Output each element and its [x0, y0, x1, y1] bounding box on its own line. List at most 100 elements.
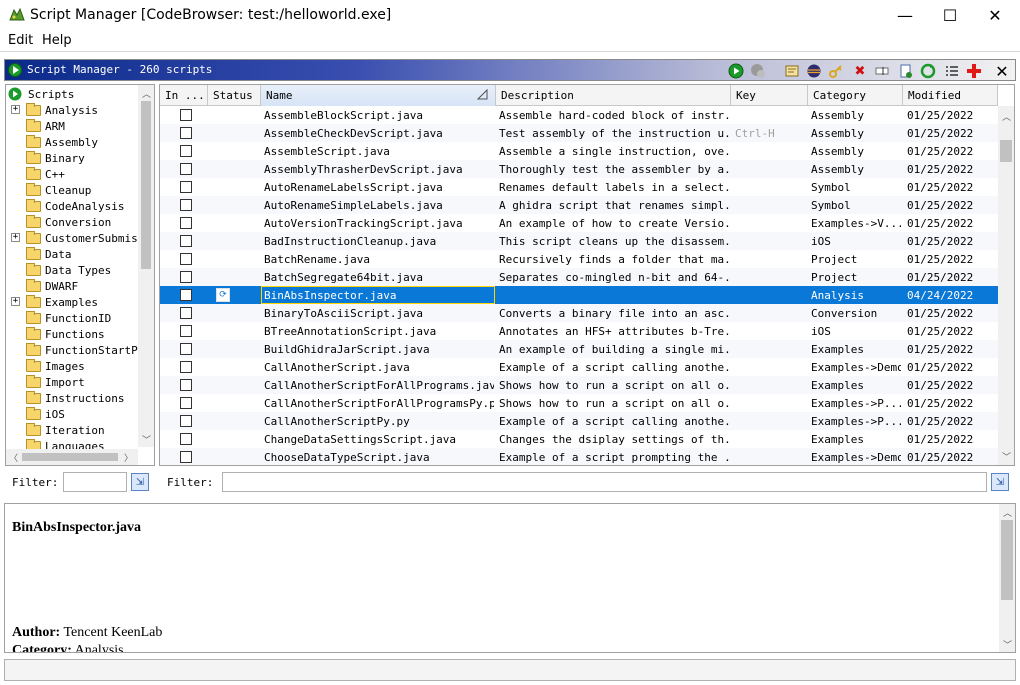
- table-row[interactable]: AutoVersionTrackingScript.java An example…: [160, 214, 998, 232]
- tree-item[interactable]: Cleanup: [26, 182, 91, 198]
- column-in-tool[interactable]: In ...: [160, 85, 208, 106]
- tree-item[interactable]: + CustomerSubmiss: [11, 230, 144, 246]
- column-category[interactable]: Category: [808, 85, 903, 106]
- tree-filter-input[interactable]: [63, 472, 127, 492]
- desc-scroll-down-icon[interactable]: ﹀: [1003, 638, 1012, 651]
- in-tool-checkbox[interactable]: [180, 181, 192, 193]
- table-vertical-scrollbar[interactable]: ︿ ﹀: [998, 106, 1014, 465]
- tree-item[interactable]: Data Types: [26, 262, 111, 278]
- table-row[interactable]: BuildGhidraJarScript.java An example of b…: [160, 340, 998, 358]
- table-row[interactable]: AutoRenameSimpleLabels.java A ghidra scri…: [160, 196, 998, 214]
- column-description[interactable]: Description: [496, 85, 731, 106]
- tree-item[interactable]: iOS: [26, 406, 65, 422]
- rename-icon[interactable]: [873, 62, 891, 80]
- expand-icon[interactable]: +: [11, 105, 20, 114]
- in-tool-checkbox[interactable]: [180, 361, 192, 373]
- key-binding-icon[interactable]: [827, 62, 845, 80]
- tree-item[interactable]: DWARF: [26, 278, 78, 294]
- tree-item[interactable]: FunctionStartPa: [26, 342, 144, 358]
- table-filter-input[interactable]: [222, 472, 987, 492]
- tree-item[interactable]: Iteration: [26, 422, 105, 438]
- in-tool-checkbox[interactable]: [180, 163, 192, 175]
- scroll-right-icon[interactable]: 〉: [124, 451, 133, 464]
- table-row[interactable]: BatchSegregate64bit.java Separates co-min…: [160, 268, 998, 286]
- tree-scroll-thumb[interactable]: [141, 101, 151, 269]
- in-tool-checkbox[interactable]: [180, 289, 192, 301]
- table-row[interactable]: BinaryToAsciiScript.java Converts a binar…: [160, 304, 998, 322]
- expand-icon[interactable]: +: [11, 297, 20, 306]
- tree-item[interactable]: + Analysis: [11, 102, 98, 118]
- table-row[interactable]: ChangeDataSettingsScript.java Changes the…: [160, 430, 998, 448]
- table-row[interactable]: CallAnotherScriptForAllProgramsPy.py Show…: [160, 394, 998, 412]
- tree-item[interactable]: Images: [26, 358, 85, 374]
- edit-eclipse-icon[interactable]: [805, 62, 823, 80]
- maximize-button[interactable]: ☐: [927, 0, 973, 30]
- tree-item[interactable]: Assembly: [26, 134, 98, 150]
- table-row[interactable]: ⟳ BinAbsInspector.java Analysis 04/24/2022: [160, 286, 998, 304]
- tree-hscroll-thumb[interactable]: [22, 453, 118, 461]
- tree-item[interactable]: Functions: [26, 326, 105, 342]
- table-row[interactable]: ChooseDataTypeScript.java Example of a sc…: [160, 448, 998, 465]
- help-icon[interactable]: [965, 62, 983, 80]
- table-row[interactable]: CallAnotherScriptForAllPrograms.java Show…: [160, 376, 998, 394]
- in-tool-checkbox[interactable]: [180, 271, 192, 283]
- tree-item[interactable]: Instructions: [26, 390, 124, 406]
- menu-help[interactable]: Help: [42, 33, 72, 48]
- in-tool-checkbox[interactable]: [180, 415, 192, 427]
- new-script-icon[interactable]: [897, 62, 915, 80]
- in-tool-checkbox[interactable]: [180, 343, 192, 355]
- in-tool-checkbox[interactable]: [180, 307, 192, 319]
- desc-scroll-thumb[interactable]: [1001, 520, 1013, 600]
- in-tool-checkbox[interactable]: [180, 199, 192, 211]
- in-tool-checkbox[interactable]: [180, 217, 192, 229]
- in-tool-checkbox[interactable]: [180, 433, 192, 445]
- table-row[interactable]: AssemblyThrasherDevScript.java Thoroughly…: [160, 160, 998, 178]
- table-row[interactable]: BTreeAnnotationScript.java Annotates an H…: [160, 322, 998, 340]
- table-scroll-thumb[interactable]: [1000, 140, 1012, 162]
- column-name[interactable]: Name: [261, 85, 496, 106]
- table-filter-options-button[interactable]: ⇲: [991, 473, 1009, 491]
- close-window-button[interactable]: ✕: [972, 0, 1018, 30]
- in-tool-checkbox[interactable]: [180, 235, 192, 247]
- tree-item[interactable]: Import: [26, 374, 85, 390]
- tree-item[interactable]: + Examples: [11, 294, 98, 310]
- category-tree[interactable]: Scripts + Analysis ARM Assembly Binary C++ Cle…: [5, 84, 155, 466]
- tree-filter-options-button[interactable]: ⇲: [131, 473, 149, 491]
- column-modified[interactable]: Modified: [903, 85, 998, 106]
- scroll-left-icon[interactable]: 〈: [9, 451, 18, 464]
- script-table[interactable]: In ... Status Name Description Key Categ…: [159, 84, 1015, 466]
- tree-item[interactable]: Conversion: [26, 214, 111, 230]
- menu-edit[interactable]: Edit: [8, 33, 33, 48]
- expand-icon[interactable]: +: [11, 233, 20, 242]
- in-tool-checkbox[interactable]: [180, 451, 192, 463]
- close-panel-icon[interactable]: ✕: [993, 62, 1011, 81]
- refresh-icon[interactable]: [919, 62, 937, 80]
- table-row[interactable]: CallAnotherScriptPy.py Example of a scrip…: [160, 412, 998, 430]
- in-tool-checkbox[interactable]: [180, 109, 192, 121]
- table-scroll-up-icon[interactable]: ︿: [1002, 110, 1011, 123]
- tree-item[interactable]: Binary: [26, 150, 85, 166]
- tree-item[interactable]: C++: [26, 166, 65, 182]
- table-row[interactable]: AssembleBlockScript.java Assemble hard-co…: [160, 106, 998, 124]
- tree-root[interactable]: Scripts: [8, 86, 74, 102]
- tree-vertical-scrollbar[interactable]: ︿ ﹀: [138, 85, 154, 447]
- in-tool-checkbox[interactable]: [180, 127, 192, 139]
- in-tool-checkbox[interactable]: [180, 397, 192, 409]
- description-scrollbar[interactable]: ︿ ﹀: [999, 504, 1015, 652]
- table-row[interactable]: BatchRename.java Recursively finds a fold…: [160, 250, 998, 268]
- edit-script-icon[interactable]: [783, 62, 801, 80]
- in-tool-checkbox[interactable]: [180, 253, 192, 265]
- tree-item[interactable]: FunctionID: [26, 310, 111, 326]
- script-directories-icon[interactable]: [943, 62, 961, 80]
- column-key[interactable]: Key: [731, 85, 808, 106]
- table-row[interactable]: AssembleScript.java Assemble a single ins…: [160, 142, 998, 160]
- tree-item[interactable]: CodeAnalysis: [26, 198, 124, 214]
- table-row[interactable]: AutoRenameLabelsScript.java Renames defau…: [160, 178, 998, 196]
- run-last-script-icon[interactable]: [749, 62, 767, 80]
- table-row[interactable]: CallAnotherScript.java Example of a scrip…: [160, 358, 998, 376]
- in-tool-checkbox[interactable]: [180, 325, 192, 337]
- delete-script-icon[interactable]: ✖: [851, 62, 869, 80]
- desc-scroll-up-icon[interactable]: ︿: [1003, 506, 1012, 519]
- in-tool-checkbox[interactable]: [180, 379, 192, 391]
- column-status[interactable]: Status: [208, 85, 261, 106]
